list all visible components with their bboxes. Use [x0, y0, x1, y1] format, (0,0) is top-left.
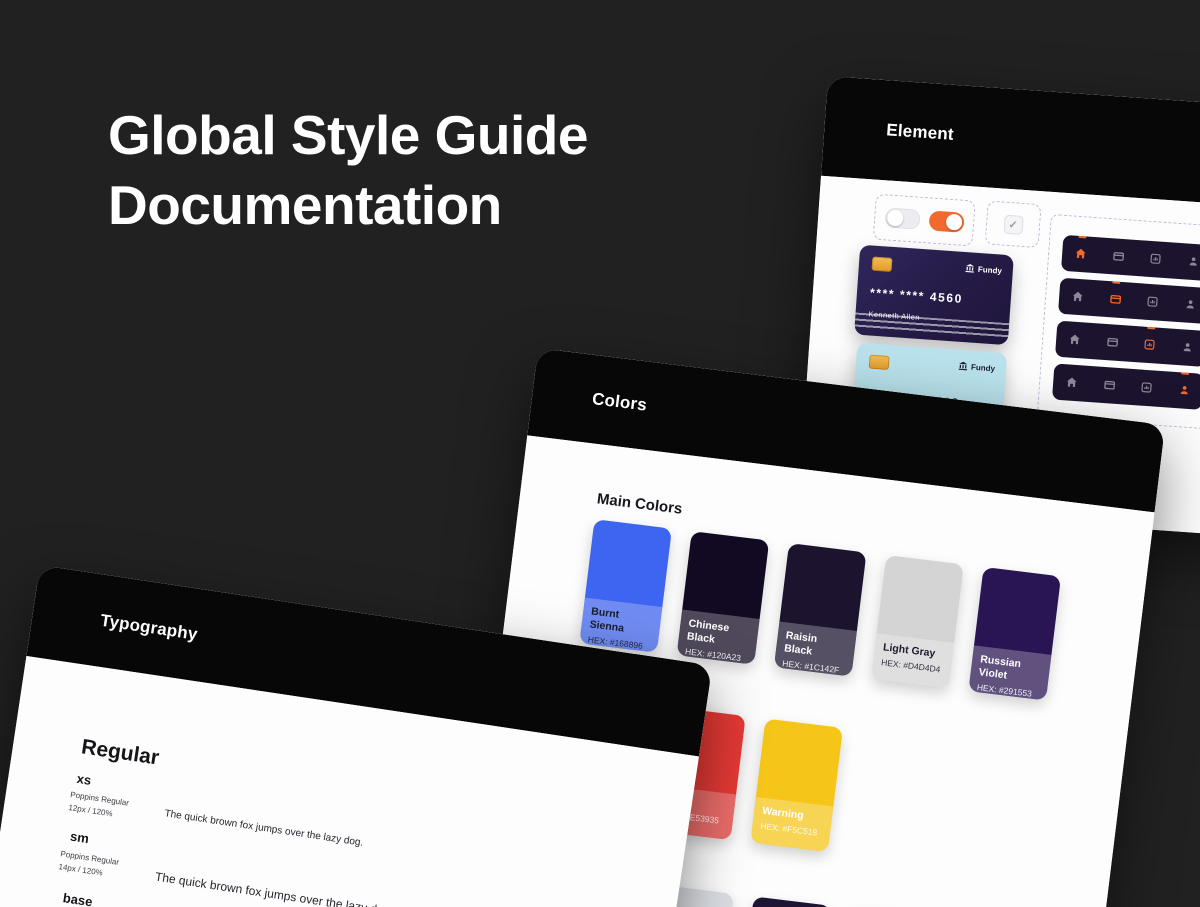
swatch-label-band: Burnt Sienna HEX: #168896 — [579, 598, 662, 653]
stats-icon[interactable] — [1146, 295, 1160, 309]
card-chip-icon — [872, 257, 893, 272]
home-icon[interactable] — [1074, 247, 1088, 261]
swatch-label-band: Russian Violet HEX: #291553 — [968, 645, 1051, 700]
bank-icon — [965, 263, 976, 274]
wallet-icon[interactable] — [1111, 249, 1125, 263]
nav-states-group — [1037, 214, 1200, 430]
card-number: **** **** 4560 — [870, 285, 964, 305]
page-title-line1: Global Style Guide — [108, 100, 588, 170]
card-bank-name: Fundy — [971, 362, 996, 373]
toggle-on[interactable] — [928, 210, 964, 232]
toggle-knob — [945, 214, 962, 231]
nav-bar-row — [1058, 277, 1200, 323]
typography-panel-title: Typography — [99, 611, 199, 645]
color-swatch[interactable]: Light Gray HEX: #D4D4D4 — [871, 555, 964, 689]
color-swatch[interactable]: Raisin Black HEX: #1C142F — [774, 543, 867, 677]
page-title: Global Style Guide Documentation — [108, 100, 588, 240]
color-swatch[interactable]: Chinese Black HEX: #120A23 — [677, 531, 770, 665]
swatch-name: Chinese Black — [686, 617, 751, 650]
type-sample-text: The quick brown fox jumps over the lazy … — [154, 870, 394, 907]
swatch-label-band: Raisin Black HEX: #1C142F — [774, 621, 857, 676]
type-size-label: base — [62, 890, 94, 907]
stats-icon[interactable] — [1140, 381, 1154, 395]
nav-bar-row — [1052, 363, 1200, 409]
card-bank: Fundy — [965, 263, 1003, 276]
credit-card-dark: Fundy **** **** 4560 Kenneth Allen — [854, 245, 1014, 346]
color-swatch[interactable]: Burnt Sienna HEX: #168896 — [579, 519, 672, 653]
partial-colors-row — [641, 884, 1102, 907]
nav-bar-row — [1061, 234, 1200, 280]
type-weight-heading: Regular — [80, 735, 161, 770]
wallet-icon[interactable] — [1102, 378, 1116, 392]
swatch-name: Burnt Sienna — [589, 606, 654, 639]
swatch-name: Raisin Black — [783, 629, 848, 662]
profile-icon[interactable] — [1186, 254, 1200, 268]
profile-icon[interactable] — [1177, 383, 1191, 397]
toggle-group — [873, 194, 976, 247]
color-swatch[interactable]: Russian Violet HEX: #291553 — [968, 567, 1061, 701]
profile-icon[interactable] — [1183, 297, 1197, 311]
stage: Global Style Guide Documentation Element… — [0, 0, 1200, 907]
card-stripes — [854, 312, 1009, 340]
toggle-off[interactable] — [884, 207, 920, 229]
home-icon[interactable] — [1068, 332, 1082, 346]
wallet-icon[interactable] — [1108, 292, 1122, 306]
type-spec: Poppins Regular 14px / 120% — [58, 847, 120, 881]
colors-panel-title: Colors — [591, 389, 648, 416]
home-icon[interactable] — [1071, 290, 1085, 304]
checkbox-group: ✓ — [985, 200, 1042, 248]
element-panel-title: Element — [886, 120, 955, 145]
card-bank-name: Fundy — [978, 264, 1003, 275]
check-icon: ✓ — [1008, 217, 1018, 231]
swatch-name: Russian Violet — [978, 653, 1043, 686]
card-bank: Fundy — [958, 361, 996, 374]
page-title-line2: Documentation — [108, 170, 588, 240]
swatch-label-band: Light Gray HEX: #D4D4D4 — [871, 633, 954, 688]
type-sample-text: The quick brown fox jumps over the lazy … — [164, 808, 364, 849]
stats-icon[interactable] — [1149, 252, 1163, 266]
bank-icon — [958, 361, 969, 372]
color-swatch[interactable] — [739, 896, 832, 907]
wallet-icon[interactable] — [1105, 335, 1119, 349]
card-chip-icon — [869, 355, 890, 370]
nav-bar-row — [1055, 320, 1200, 366]
toggle-knob — [886, 209, 903, 226]
stats-icon[interactable] — [1143, 338, 1157, 352]
type-spec: Poppins Regular 12px / 120% — [68, 788, 130, 822]
type-size-label: xs — [76, 771, 93, 788]
color-swatch[interactable]: Warning HEX: #F5C518 — [750, 718, 843, 852]
swatch-label-band: Warning HEX: #F5C518 — [750, 797, 833, 852]
home-icon[interactable] — [1065, 375, 1079, 389]
swatch-label-band: Chinese Black HEX: #120A23 — [677, 610, 760, 665]
type-size-label: sm — [69, 829, 90, 847]
checkbox[interactable]: ✓ — [1003, 214, 1023, 234]
profile-icon[interactable] — [1180, 340, 1194, 354]
status-colors-row: Error HEX: #E53935 Warning HEX: #F5C518 — [653, 707, 1124, 887]
